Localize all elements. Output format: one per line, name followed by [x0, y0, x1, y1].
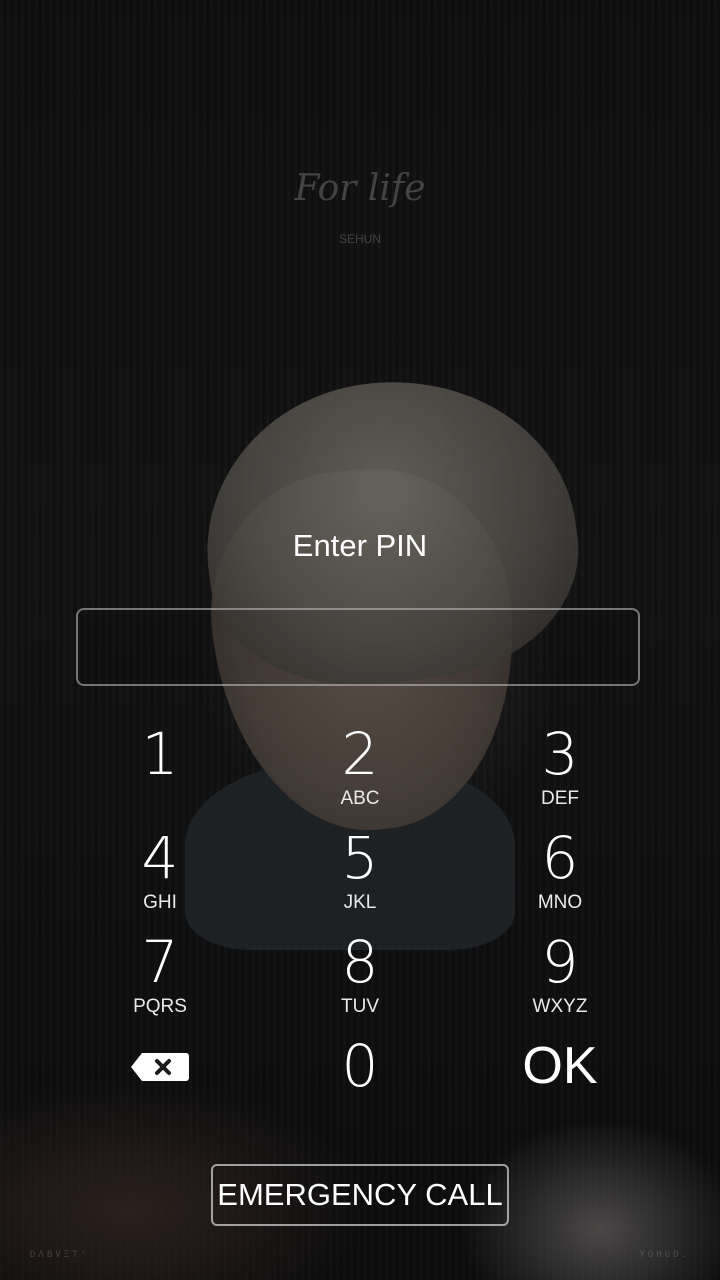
backspace-button[interactable] — [60, 1036, 260, 1140]
key-letters: ABC — [340, 788, 380, 809]
key-3[interactable]: 3 DEF — [460, 724, 660, 828]
key-letters: PQRS — [133, 996, 187, 1017]
key-digit: 9 — [541, 928, 579, 996]
key-digit: 1 — [141, 720, 179, 788]
key-0[interactable]: 0 — [260, 1036, 460, 1140]
wallpaper-corner-text-left: DΛBVΞT' — [30, 1250, 89, 1260]
key-letters: MNO — [537, 892, 583, 913]
key-7[interactable]: 7 PQRS — [60, 932, 260, 1036]
key-letters: TUV — [341, 996, 379, 1017]
ok-button[interactable]: OK — [460, 1036, 660, 1140]
pin-input[interactable] — [76, 608, 640, 686]
key-1[interactable]: 1 — [60, 724, 260, 828]
key-letters: DEF — [541, 788, 579, 809]
enter-pin-title: Enter PIN — [292, 528, 428, 563]
key-digit: 0 — [341, 1032, 379, 1100]
key-9[interactable]: 9 WXYZ — [460, 932, 660, 1036]
key-digit: 7 — [141, 928, 179, 996]
key-digit: 4 — [141, 824, 179, 892]
ok-label: OK — [522, 1037, 598, 1095]
wallpaper-subtitle: SEHUN — [338, 232, 381, 246]
key-4[interactable]: 4 GHI — [60, 828, 260, 932]
key-letters: JKL — [343, 892, 377, 913]
key-digit: 5 — [341, 824, 379, 892]
backspace-icon — [131, 1053, 189, 1081]
key-8[interactable]: 8 TUV — [260, 932, 460, 1036]
key-5[interactable]: 5 JKL — [260, 828, 460, 932]
key-digit: 6 — [541, 824, 579, 892]
key-digit: 2 — [341, 720, 379, 788]
emergency-call-button[interactable]: EMERGENCY CALL — [211, 1164, 509, 1226]
key-2[interactable]: 2 ABC — [260, 724, 460, 828]
wallpaper-corner-text-right: YOHUD. — [639, 1250, 690, 1260]
key-digit: 8 — [341, 928, 379, 996]
key-letters: WXYZ — [532, 996, 588, 1017]
wallpaper-title: For life — [294, 168, 426, 209]
key-letters: GHI — [143, 892, 177, 913]
key-6[interactable]: 6 MNO — [460, 828, 660, 932]
key-digit: 3 — [541, 720, 579, 788]
